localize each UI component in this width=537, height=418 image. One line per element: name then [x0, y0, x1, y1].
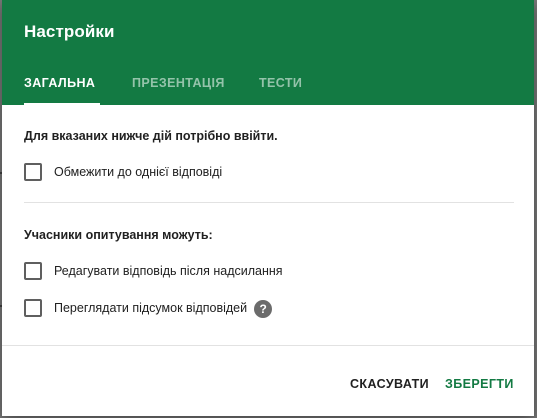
- section-divider: [24, 202, 514, 203]
- option-edit-after-submit[interactable]: Редагувати відповідь після надсилання: [24, 262, 283, 280]
- option-see-summary[interactable]: Переглядати підсумок відповідей ?: [24, 298, 273, 318]
- option-label: Переглядати підсумок відповідей: [54, 301, 248, 315]
- save-button[interactable]: ЗБЕРЕГТИ: [445, 377, 514, 391]
- settings-dialog: Настройки ЗАГАЛЬНА ПРЕЗЕНТАЦІЯ ТЕСТИ Для…: [2, 0, 534, 416]
- option-limit-one-response[interactable]: Обмежити до однієї відповіді: [24, 163, 222, 181]
- tab-tests[interactable]: ТЕСТИ: [259, 61, 302, 105]
- edit-after-submit-checkbox[interactable]: [24, 262, 42, 280]
- tab-general[interactable]: ЗАГАЛЬНА: [24, 61, 100, 105]
- limit-one-response-checkbox[interactable]: [24, 163, 42, 181]
- tab-presentation[interactable]: ПРЕЗЕНТАЦІЯ: [132, 61, 228, 105]
- option-label: Обмежити до однієї відповіді: [54, 165, 223, 179]
- dialog-title: Настройки: [24, 22, 115, 41]
- help-icon[interactable]: ?: [254, 300, 273, 318]
- login-required-heading: Для вказаних нижче дій потрібно ввійти.: [24, 129, 278, 143]
- see-summary-checkbox[interactable]: [24, 299, 42, 317]
- respondents-can-heading: Учасники опитування можуть:: [24, 228, 213, 242]
- footer-divider: [2, 345, 534, 346]
- option-label: Редагувати відповідь після надсилання: [54, 264, 283, 278]
- settings-tabs: ЗАГАЛЬНА ПРЕЗЕНТАЦІЯ ТЕСТИ: [2, 61, 302, 105]
- dialog-header: Настройки ЗАГАЛЬНА ПРЕЗЕНТАЦІЯ ТЕСТИ: [2, 0, 534, 105]
- cancel-button[interactable]: СКАСУВАТИ: [350, 377, 429, 391]
